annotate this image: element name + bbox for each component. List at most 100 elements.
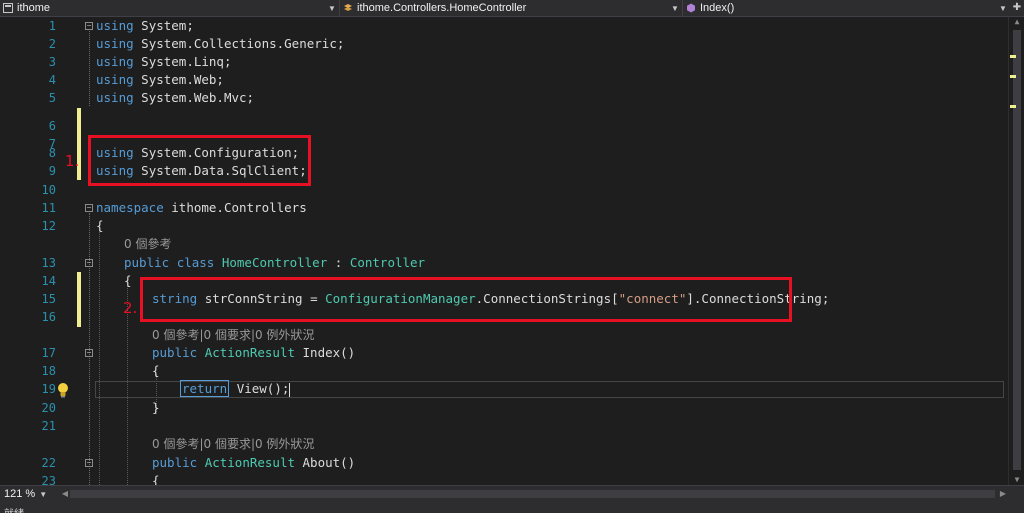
code-line-22: public ActionResult About(): [152, 454, 355, 472]
annotation-box-2: [140, 277, 792, 322]
line-number: 12: [41, 219, 56, 233]
line-number: 8: [48, 146, 56, 160]
method-codelens[interactable]: 0 個參考|0 個要求|0 例外狀況: [152, 435, 314, 453]
collapse-icon[interactable]: −: [85, 22, 93, 30]
class-name: HomeController: [221, 255, 328, 270]
line-number: 4: [48, 73, 56, 87]
indent-guide: [99, 229, 100, 487]
collapse-icon[interactable]: −: [85, 459, 93, 467]
code-line-2: using System.Collections.Generic;: [96, 35, 344, 53]
line-number: 10: [41, 183, 56, 197]
code-line-4: using System.Web;: [96, 71, 224, 89]
keyword: return: [180, 380, 230, 397]
code-line-12: {: [96, 217, 104, 235]
scroll-right-arrow-icon[interactable]: ▶: [998, 486, 1008, 502]
line-number: 11: [41, 201, 56, 215]
keyword: public: [152, 455, 198, 470]
member-dropdown[interactable]: Index() ▼: [683, 0, 1010, 16]
keyword: using: [96, 18, 134, 33]
method-codelens[interactable]: 0 個參考|0 個要求|0 例外狀況: [152, 326, 314, 344]
keyword: using: [96, 72, 134, 87]
brace: {: [96, 218, 104, 233]
code-line-18: {: [152, 362, 160, 380]
line-number: 2: [48, 37, 56, 51]
class-dropdown[interactable]: ithome.Controllers.HomeController ▼: [340, 0, 683, 16]
chevron-down-icon: ▼: [328, 3, 336, 13]
csharp-project-icon: [3, 3, 13, 13]
line-number: 9: [48, 164, 56, 178]
line-number: 13: [41, 256, 56, 270]
code-line-19: return View();: [180, 380, 291, 398]
namespace-ref: System.Web.Mvc;: [141, 90, 255, 105]
horizontal-scrollbar[interactable]: ◀ ▶: [60, 486, 1008, 502]
base-class: Controller: [349, 255, 426, 270]
editor-bottom-bar: 121 % ▼ ◀ ▶: [0, 485, 1024, 502]
line-number-gutter: 1 2 3 4 5 6 7 8 9 10 11 12 13 14 15 16 1…: [0, 17, 72, 487]
collapse-icon[interactable]: −: [85, 204, 93, 212]
vertical-scrollbar[interactable]: ▲ ▼: [1008, 17, 1024, 487]
code-line-3: using System.Linq;: [96, 53, 231, 71]
change-marker: [1010, 75, 1016, 78]
code-line-5: using System.Web.Mvc;: [96, 89, 254, 107]
type-ref: ActionResult: [204, 455, 295, 470]
keyword: class: [176, 255, 215, 270]
namespace-ref: System.Web;: [141, 72, 224, 87]
code-line-14: {: [124, 272, 132, 290]
code-line-11: namespace ithome.Controllers: [96, 199, 307, 217]
method-signature: Index(): [302, 345, 356, 360]
lightbulb-icon[interactable]: [56, 382, 70, 398]
scrollbar-thumb[interactable]: [70, 490, 995, 498]
type-ref: ActionResult: [204, 345, 295, 360]
chevron-down-icon: ▼: [999, 3, 1007, 13]
method-signature: About(): [302, 455, 356, 470]
split-window-icon[interactable]: ✚: [1010, 0, 1024, 16]
line-number: 17: [41, 346, 56, 360]
line-number: 19: [41, 382, 56, 396]
keyword: public: [124, 255, 170, 270]
line-number: 1: [48, 19, 56, 33]
status-text: 就緒: [4, 505, 24, 513]
method-icon: [687, 3, 695, 13]
keyword: using: [96, 90, 134, 105]
code-line-17: public ActionResult Index(): [152, 344, 355, 362]
line-number: 5: [48, 91, 56, 105]
keyword: using: [96, 54, 134, 69]
annotation-label-1: 1.: [65, 152, 80, 170]
zoom-level: 121 %: [4, 488, 36, 500]
annotation-label-2: 2.: [123, 299, 138, 317]
namespace-name: ithome.Controllers: [171, 200, 307, 215]
chevron-down-icon: ▼: [671, 3, 679, 13]
changed-lines-marker: [77, 272, 81, 327]
line-number: 22: [41, 456, 56, 470]
project-name: ithome: [17, 2, 51, 14]
scrollbar-thumb[interactable]: [1013, 30, 1021, 470]
collapse-icon[interactable]: −: [85, 349, 93, 357]
class-reference-count[interactable]: 0 個參考: [124, 235, 171, 253]
scroll-up-arrow-icon[interactable]: ▲: [1009, 17, 1024, 29]
brace: }: [152, 400, 160, 415]
class-icon: [344, 4, 352, 11]
line-number: 21: [41, 419, 56, 433]
text-caret: [289, 382, 291, 397]
member-name: Index(): [700, 2, 735, 14]
colon: :: [334, 255, 343, 270]
code-line-1: using System;: [96, 17, 194, 35]
code-line-20: }: [152, 399, 160, 417]
line-number: 3: [48, 55, 56, 69]
zoom-dropdown[interactable]: 121 % ▼: [0, 486, 58, 502]
keyword: public: [152, 345, 198, 360]
navigation-bar: ithome ▼ ithome.Controllers.HomeControll…: [0, 0, 1024, 17]
scroll-left-arrow-icon[interactable]: ◀: [60, 486, 70, 502]
line-number: 15: [41, 292, 56, 306]
chevron-down-icon: ▼: [39, 489, 48, 499]
collapse-icon[interactable]: −: [85, 259, 93, 267]
change-marker: [1010, 55, 1016, 58]
brace: {: [152, 363, 160, 378]
namespace-ref: System.Linq;: [141, 54, 232, 69]
project-dropdown[interactable]: ithome ▼: [0, 0, 340, 16]
line-number: 18: [41, 364, 56, 378]
code-editor[interactable]: 1 2 3 4 5 6 7 8 9 10 11 12 13 14 15 16 1…: [0, 17, 1008, 487]
namespace-ref: System;: [141, 18, 194, 33]
method-call: View();: [236, 381, 290, 396]
class-path: ithome.Controllers.HomeController: [357, 2, 527, 14]
